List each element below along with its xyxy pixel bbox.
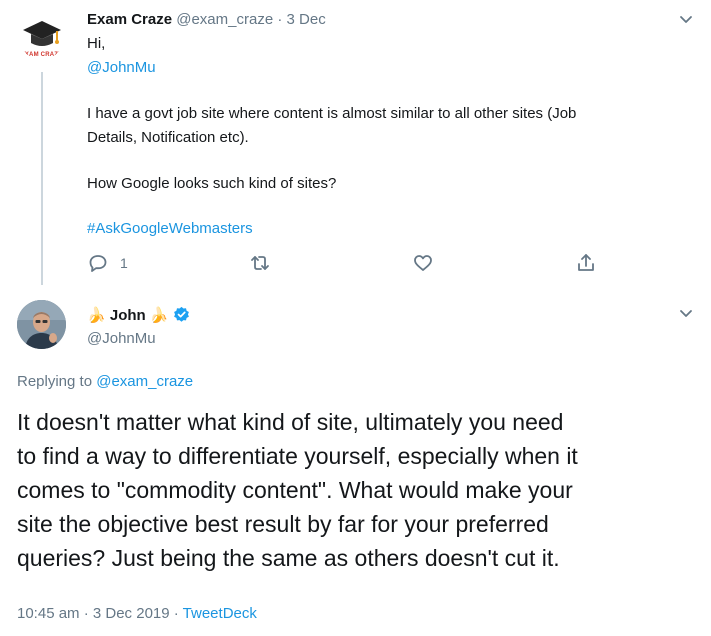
profile-photo — [17, 300, 66, 349]
author-name[interactable]: Exam Craze — [87, 11, 172, 28]
banana-emoji: 🍌 — [149, 307, 169, 324]
dot-separator: · — [173, 605, 179, 622]
main-tweet-text: It doesn't matter what kind of site, ult… — [17, 405, 578, 575]
tweet-menu-button[interactable] — [678, 11, 694, 32]
share-icon — [578, 254, 594, 271]
dot-separator: · — [277, 11, 283, 28]
tweet-timestamp[interactable]: 10:45 am · 3 Dec 2019 — [17, 605, 170, 622]
main-tweet-menu-button[interactable] — [678, 305, 694, 326]
chevron-down-icon — [680, 310, 692, 317]
share-button[interactable] — [576, 253, 596, 273]
mention-link[interactable]: @JohnMu — [87, 58, 156, 78]
tweet-meta: 10:45 am · 3 Dec 2019 · TweetDeck — [17, 604, 257, 624]
tweet-text-line: site the objective best result by far fo… — [17, 511, 549, 537]
avatar-caption: EXAM CRAZE — [20, 52, 63, 58]
verified-badge-icon — [173, 306, 189, 322]
tweet-date[interactable]: 3 Dec — [287, 11, 326, 28]
like-icon — [414, 255, 432, 271]
tweet-text-line: comes to "commodity content". What would… — [17, 477, 573, 503]
like-button[interactable] — [413, 253, 433, 273]
greeting-text: Hi, — [87, 35, 106, 52]
replying-to: Replying to @exam_craze — [17, 372, 193, 392]
retweet-icon — [251, 256, 269, 270]
exam-craze-avatar[interactable]: EXAM CRAZE — [17, 10, 66, 59]
replying-to-link[interactable]: @exam_craze — [96, 373, 193, 390]
author-handle[interactable]: @exam_craze — [176, 11, 273, 28]
chevron-down-icon — [680, 16, 692, 23]
retweet-button[interactable] — [250, 253, 270, 273]
main-author-handle[interactable]: @JohnMu — [87, 329, 156, 349]
body-line: I have a govt job site where content is … — [87, 105, 577, 122]
tweet-text-line: queries? Just being the same as others d… — [17, 545, 560, 571]
tweet-text-line: to find a way to differentiate yourself,… — [17, 443, 578, 469]
reply-count: 1 — [120, 255, 128, 271]
reply-tweet-header: Exam Craze @exam_craze · 3 Dec — [87, 10, 326, 30]
reply-button[interactable]: 1 — [88, 253, 128, 273]
tweet-source-link[interactable]: TweetDeck — [183, 605, 257, 622]
john-avatar[interactable] — [17, 300, 66, 349]
banana-emoji: 🍌 — [87, 307, 106, 324]
thread-line — [41, 72, 43, 285]
tweet-text-line: It doesn't matter what kind of site, ult… — [17, 409, 564, 435]
replying-prefix: Replying to — [17, 373, 93, 390]
main-author-name[interactable]: John — [110, 307, 146, 324]
hashtag-link[interactable]: #AskGoogleWebmasters — [87, 219, 253, 239]
reply-icon — [89, 255, 107, 272]
main-author-row[interactable]: 🍌 John 🍌 — [87, 305, 190, 327]
body-line: Details, Notification etc). — [87, 129, 249, 146]
question-text: How Google looks such kind of sites? — [87, 175, 337, 192]
